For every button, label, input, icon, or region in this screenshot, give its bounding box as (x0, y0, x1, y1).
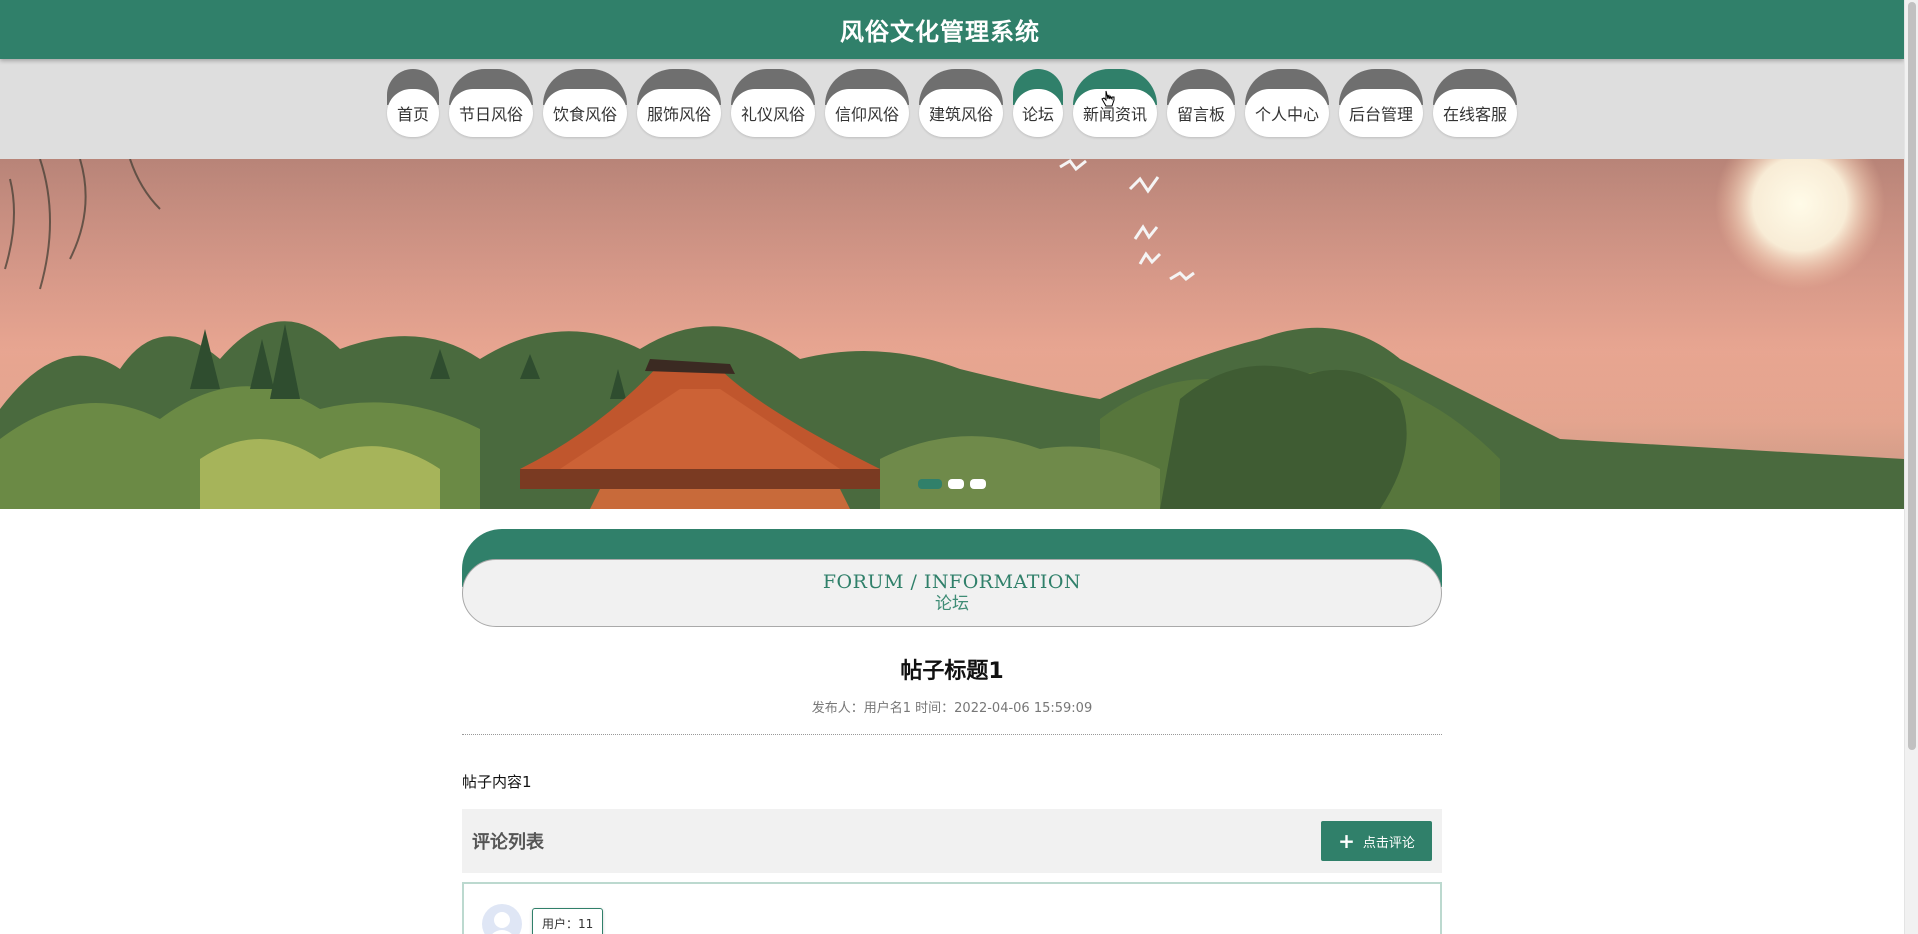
banner-carousel[interactable] (0, 159, 1904, 509)
nav-item-label: 服饰风俗 (637, 89, 721, 137)
nav-item-label: 后台管理 (1339, 89, 1423, 137)
main-content: FORUM / INFORMATION 论坛 帖子标题1 发布人：用户名1 时间… (462, 529, 1442, 934)
nav-item-label: 饮食风俗 (543, 89, 627, 137)
comment-user-tag: 用户：11 (532, 908, 604, 934)
nav-item-7[interactable]: 论坛 (1013, 69, 1063, 139)
app-root: 风俗文化管理系统 首页 节日风俗 饮食风俗 服饰风俗 礼仪风俗 信仰风俗 建筑风俗 论坛 新闻资… (0, 0, 1904, 934)
avatar-head (494, 912, 510, 928)
nav-item-1[interactable]: 节日风俗 (449, 69, 533, 139)
nav-item-8[interactable]: 新闻资讯 (1073, 69, 1157, 139)
section-header: FORUM / INFORMATION 论坛 (462, 529, 1442, 629)
nav-item-3[interactable]: 服饰风俗 (637, 69, 721, 139)
comment-item: 用户：11 (462, 882, 1442, 934)
main-nav: 首页 节日风俗 饮食风俗 服饰风俗 礼仪风俗 信仰风俗 建筑风俗 论坛 新闻资讯 留言板 个人中心后… (0, 59, 1904, 159)
nav-item-label: 首页 (387, 89, 439, 137)
nav-item-11[interactable]: 后台管理 (1339, 69, 1423, 139)
carousel-dot-1[interactable] (948, 479, 964, 489)
post-content: 帖子内容1 (462, 773, 532, 791)
nav-item-label: 论坛 (1013, 89, 1063, 137)
nav-item-label: 信仰风俗 (825, 89, 909, 137)
plus-icon: + (1338, 829, 1355, 853)
nav-item-10[interactable]: 个人中心 (1245, 69, 1329, 139)
mouse-pointer-icon (1101, 90, 1115, 107)
nav-item-9[interactable]: 留言板 (1167, 69, 1235, 139)
carousel-dot-0[interactable] (918, 479, 942, 489)
comment-list-title: 评论列表 (472, 832, 544, 853)
nav-item-0[interactable]: 首页 (387, 69, 439, 139)
nav-item-label: 节日风俗 (449, 89, 533, 137)
post-meta: 发布人：用户名1 时间：2022-04-06 15:59:09 (811, 701, 1093, 716)
nav-item-label: 建筑风俗 (919, 89, 1003, 137)
nav-item-label: 在线客服 (1433, 89, 1517, 137)
top-header: 风俗文化管理系统 (0, 0, 1904, 59)
nav-item-5[interactable]: 信仰风俗 (825, 69, 909, 139)
nav-item-label: 个人中心 (1245, 89, 1329, 137)
nav-item-12[interactable]: 在线客服 (1433, 69, 1517, 139)
carousel-dots (918, 479, 986, 489)
comment-list-header: 评论列表 + 点击评论 (462, 809, 1442, 873)
avatar-body (488, 930, 516, 934)
add-comment-button[interactable]: + 点击评论 (1321, 821, 1432, 861)
nav-item-label: 新闻资讯 (1073, 89, 1157, 137)
site-title: 风俗文化管理系统 (840, 18, 1040, 46)
banner-image (0, 159, 1904, 509)
page-scrollbar[interactable] (1904, 0, 1918, 934)
divider (462, 734, 1442, 735)
add-comment-label: 点击评论 (1362, 835, 1415, 851)
nav-item-label: 礼仪风俗 (731, 89, 815, 137)
post-title: 帖子标题1 (900, 659, 1004, 684)
nav-item-4[interactable]: 礼仪风俗 (731, 69, 815, 139)
nav-item-6[interactable]: 建筑风俗 (919, 69, 1003, 139)
nav-item-label: 留言板 (1167, 89, 1235, 137)
scrollbar-thumb[interactable] (1908, 2, 1916, 750)
section-header-box: FORUM / INFORMATION 论坛 (462, 559, 1442, 627)
avatar (482, 904, 522, 934)
nav-item-2[interactable]: 饮食风俗 (543, 69, 627, 139)
section-title-cn: 论坛 (935, 594, 969, 614)
section-title-en: FORUM / INFORMATION (822, 571, 1082, 593)
carousel-dot-2[interactable] (970, 479, 986, 489)
